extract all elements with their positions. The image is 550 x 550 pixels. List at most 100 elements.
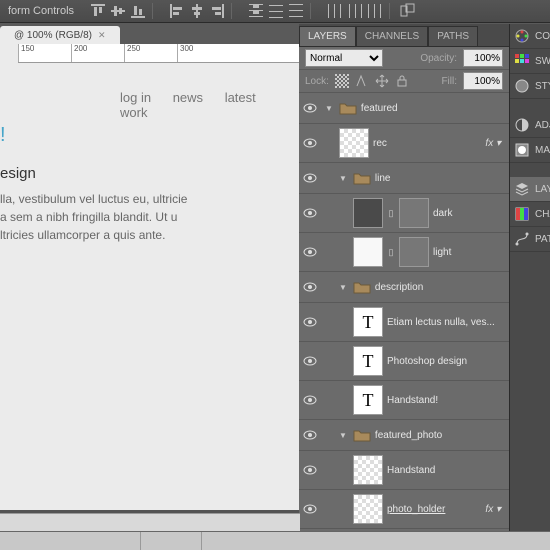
opacity-input[interactable] xyxy=(463,49,503,67)
layer-mask-thumb xyxy=(399,198,429,228)
align-bottom-icon[interactable] xyxy=(130,3,146,19)
layer-row[interactable]: ▼ featured xyxy=(299,93,509,124)
layer-name[interactable]: Handstand xyxy=(387,465,505,476)
layer-name[interactable]: featured_photo xyxy=(375,430,505,441)
fill-label: Fill: xyxy=(441,76,457,87)
subheading: esign xyxy=(0,165,300,182)
headline: ! xyxy=(0,124,300,147)
dock-item-styles[interactable]: STYLES xyxy=(510,74,550,99)
fx-badge[interactable]: fx ▾ xyxy=(485,138,505,149)
folder-icon xyxy=(353,171,371,185)
layers-list[interactable]: ▼ featured rec fx ▾ ▼ line ▯dark ▯ light ▼ descrip… xyxy=(299,93,509,533)
layer-name[interactable]: Handstand! xyxy=(387,395,505,406)
layer-row[interactable]: TEtiam lectus nulla, ves... xyxy=(299,303,509,342)
visibility-icon[interactable] xyxy=(303,136,317,150)
layer-name[interactable]: featured xyxy=(361,103,505,114)
dock-item-layers[interactable]: LAYERS xyxy=(510,177,550,202)
dock-item-masks[interactable]: MASKS xyxy=(510,138,550,163)
dist-bottom-icon[interactable] xyxy=(288,3,304,19)
blend-mode-select[interactable]: Normal xyxy=(305,49,383,67)
align-left-icon[interactable] xyxy=(169,3,185,19)
dist-left-icon[interactable] xyxy=(327,3,343,19)
layer-thumb xyxy=(353,455,383,485)
document-tab[interactable]: @ 100% (RGB/8) ✕ xyxy=(0,26,120,45)
dist-hcenter-icon[interactable] xyxy=(347,3,363,19)
visibility-icon[interactable] xyxy=(303,354,317,368)
nav-news: news xyxy=(173,90,203,105)
fill-input[interactable] xyxy=(463,72,503,90)
visibility-icon[interactable] xyxy=(303,245,317,259)
options-bar: form Controls xyxy=(0,0,550,23)
layer-name[interactable]: light xyxy=(433,247,505,258)
layer-row[interactable]: ▼ description xyxy=(299,272,509,303)
layer-row[interactable]: rec fx ▾ xyxy=(299,124,509,163)
link-icon: ▯ xyxy=(387,246,395,258)
layers-panel: LAYERS CHANNELS PATHS Normal Opacity: Lo… xyxy=(299,24,509,550)
layer-name[interactable]: photo_holder xyxy=(387,504,481,515)
lock-row: Lock: Fill: xyxy=(299,70,509,93)
disclosure-icon[interactable]: ▼ xyxy=(339,283,347,292)
fx-badge[interactable]: fx ▾ xyxy=(485,504,505,515)
layer-row[interactable]: ▯dark xyxy=(299,194,509,233)
dock-label: MASKS xyxy=(535,145,550,156)
tab-layers[interactable]: LAYERS xyxy=(299,26,356,46)
lock-all-icon[interactable] xyxy=(395,74,409,88)
visibility-icon[interactable] xyxy=(303,393,317,407)
layer-name[interactable]: Etiam lectus nulla, ves... xyxy=(387,317,505,328)
disclosure-icon[interactable]: ▼ xyxy=(325,104,333,113)
layer-row[interactable]: ▼ featured_photo xyxy=(299,420,509,451)
align-hcenter-icon[interactable] xyxy=(189,3,205,19)
layer-row[interactable]: ▼ line xyxy=(299,163,509,194)
visibility-icon[interactable] xyxy=(303,280,317,294)
auto-align-icon[interactable] xyxy=(400,3,416,19)
lock-position-icon[interactable] xyxy=(375,74,389,88)
layer-name[interactable]: Photoshop design xyxy=(387,356,505,367)
dock-label: LAYERS xyxy=(535,184,550,195)
dock-item-adjust[interactable]: ADJUSTMENTS xyxy=(510,113,550,138)
panel-dock: COLORSWATCHESSTYLES ADJUSTMENTS MASKS LAYER… xyxy=(509,24,550,550)
visibility-icon[interactable] xyxy=(303,206,317,220)
lock-transparent-icon[interactable] xyxy=(335,74,349,88)
visibility-icon[interactable] xyxy=(303,101,317,115)
layer-row[interactable]: photo_holder fx ▾ xyxy=(299,490,509,529)
folder-icon xyxy=(339,101,357,115)
dock-item-channels[interactable]: CHANNELS xyxy=(510,202,550,227)
horizontal-scrollbar[interactable] xyxy=(0,513,300,532)
dist-top-icon[interactable] xyxy=(248,3,264,19)
distribute-group xyxy=(242,3,311,19)
align-vcenter-icon[interactable] xyxy=(110,3,126,19)
document-canvas[interactable]: log in news latest work ! esign lla, ves… xyxy=(0,62,300,510)
visibility-icon[interactable] xyxy=(303,428,317,442)
lock-pixels-icon[interactable] xyxy=(355,74,369,88)
dist-vcenter-icon[interactable] xyxy=(268,3,284,19)
dock-item-color[interactable]: COLOR xyxy=(510,24,550,49)
layer-name[interactable]: rec xyxy=(373,138,481,149)
close-tab-icon[interactable]: ✕ xyxy=(98,30,106,41)
layer-row[interactable]: ▯ light xyxy=(299,233,509,272)
canvas-area: 150 200 250 300 log in news latest work … xyxy=(0,44,300,510)
layer-row[interactable]: THandstand! xyxy=(299,381,509,420)
layer-name[interactable]: dark xyxy=(433,208,505,219)
align-group-1 xyxy=(84,3,153,19)
folder-icon xyxy=(353,280,371,294)
dock-item-paths[interactable]: PATHS xyxy=(510,227,550,252)
visibility-icon[interactable] xyxy=(303,171,317,185)
dist-right-icon[interactable] xyxy=(367,3,383,19)
layer-thumb xyxy=(353,237,383,267)
align-right-icon[interactable] xyxy=(209,3,225,19)
layer-row[interactable]: TPhotoshop design xyxy=(299,342,509,381)
disclosure-icon[interactable]: ▼ xyxy=(339,431,347,440)
tab-channels[interactable]: CHANNELS xyxy=(356,26,428,46)
tab-paths[interactable]: PATHS xyxy=(428,26,478,46)
visibility-icon[interactable] xyxy=(303,315,317,329)
align-top-icon[interactable] xyxy=(90,3,106,19)
dock-item-swatches[interactable]: SWATCHES xyxy=(510,49,550,74)
layer-name[interactable]: line xyxy=(375,173,505,184)
visibility-icon[interactable] xyxy=(303,502,317,516)
visibility-icon[interactable] xyxy=(303,463,317,477)
disclosure-icon[interactable]: ▼ xyxy=(339,174,347,183)
layer-name[interactable]: description xyxy=(375,282,505,293)
toolbar-label: form Controls xyxy=(8,5,74,17)
layer-row[interactable]: Handstand xyxy=(299,451,509,490)
layer-thumb xyxy=(339,128,369,158)
